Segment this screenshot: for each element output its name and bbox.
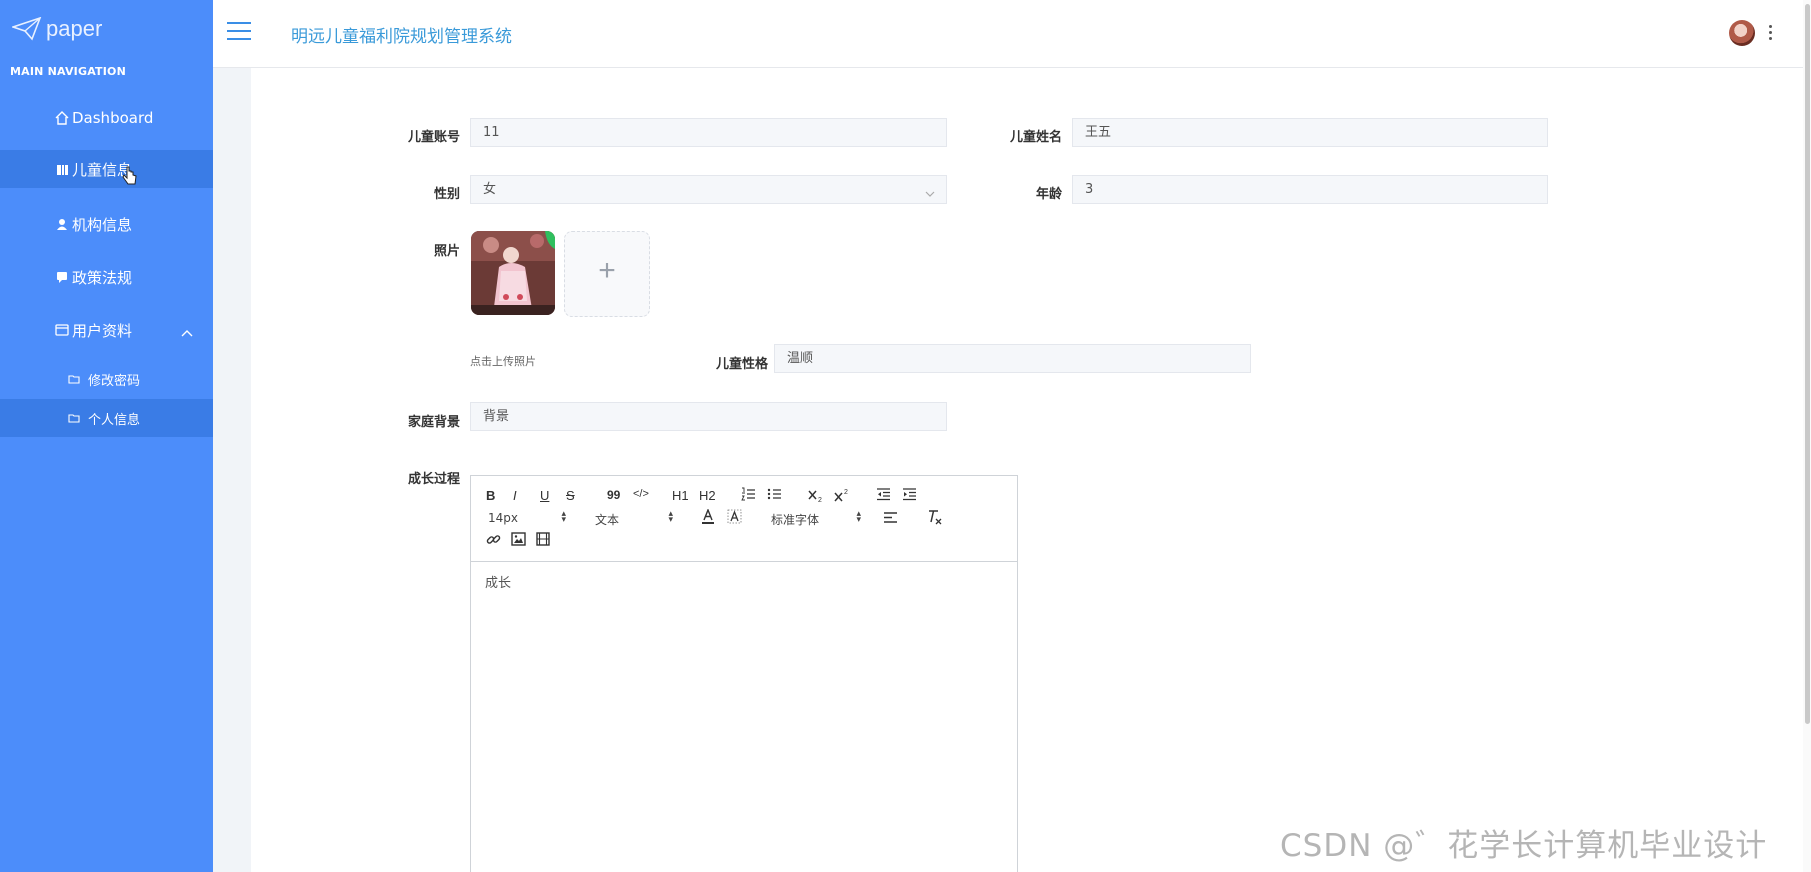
logo-text: paper — [46, 16, 103, 41]
growth-rich-text-editor: B I U S 99 </> H1 H2 2 2 14px ▴ ▾ 文本 ▴ ▾… — [470, 475, 1018, 872]
image-icon[interactable] — [511, 532, 526, 549]
gender-label: 性别 — [433, 187, 460, 202]
sidebar-item-label: 修改密码 — [88, 373, 141, 389]
app-title: 明远儿童福利院规划管理系统 — [291, 27, 512, 47]
superscript-icon[interactable]: 2 — [834, 488, 850, 505]
scrollbar-thumb[interactable] — [1805, 4, 1810, 724]
sidebar-item-label: Dashboard — [72, 109, 154, 127]
paper-plane-icon — [12, 17, 42, 41]
blockquote-button[interactable]: 99 — [607, 488, 620, 502]
italic-button[interactable]: I — [513, 488, 517, 503]
nav-heading: MAIN NAVIGATION — [10, 65, 127, 78]
account-input[interactable]: 11 — [470, 118, 947, 147]
upload-photo-button[interactable]: + — [564, 231, 650, 317]
video-icon[interactable] — [536, 532, 550, 549]
logo[interactable]: paper — [12, 14, 102, 44]
upload-hint: 点击上传照片 — [470, 355, 536, 368]
chevron-up-icon — [181, 323, 193, 341]
align-left-icon[interactable] — [883, 511, 898, 527]
name-label: 儿童姓名 — [1009, 130, 1062, 145]
gender-select[interactable]: 女 — [470, 175, 947, 204]
card-icon — [54, 324, 70, 336]
font-family-select[interactable]: 标准字体 ▴ ▾ — [771, 509, 861, 528]
sidebar-item-label: 政策法规 — [72, 268, 133, 287]
child-photo[interactable] — [471, 231, 555, 315]
outdent-icon[interactable] — [876, 487, 891, 504]
strikethrough-button[interactable]: S — [566, 488, 575, 503]
background-color-icon[interactable] — [727, 509, 742, 528]
content-gutter — [213, 68, 251, 872]
sidebar-item-child-info[interactable]: 儿童信息 — [0, 150, 243, 190]
sidebar-item-user-profile[interactable]: 用户资料 — [0, 311, 213, 349]
sidebar-item-institution[interactable]: 机构信息 — [0, 205, 213, 243]
sidebar: paper MAIN NAVIGATION Dashboard 儿童信息 机构信… — [0, 0, 243, 872]
home-icon — [54, 111, 70, 125]
photo-label: 照片 — [433, 244, 460, 259]
age-label: 年龄 — [1035, 187, 1062, 202]
chevron-down-icon — [924, 183, 936, 210]
age-input[interactable]: 3 — [1072, 175, 1548, 204]
hamburger-menu-icon[interactable] — [227, 22, 251, 42]
sidebar-subitem-personal-info[interactable]: 个人信息 — [0, 399, 243, 437]
text-type-value: 文本 — [595, 513, 620, 527]
text-type-select[interactable]: 文本 ▴ ▾ — [595, 509, 673, 528]
svg-text:2: 2 — [818, 497, 822, 502]
personality-label: 儿童性格 — [715, 357, 768, 372]
family-background-input[interactable]: 背景 — [470, 402, 947, 431]
editor-toolbar: B I U S 99 </> H1 H2 2 2 14px ▴ ▾ 文本 ▴ ▾… — [471, 476, 1017, 562]
growth-label: 成长过程 — [407, 472, 460, 487]
heading-2-button[interactable]: H2 — [699, 488, 716, 503]
bold-button[interactable]: B — [486, 488, 495, 503]
bullet-list-icon[interactable] — [767, 487, 782, 504]
select-arrows-icon: ▴ ▾ — [668, 509, 673, 525]
pointer-cursor-icon — [122, 166, 138, 190]
sidebar-subitem-change-password[interactable]: 修改密码 — [0, 360, 213, 398]
font-size-value: 14px — [488, 511, 518, 525]
indent-icon[interactable] — [902, 487, 917, 504]
more-vertical-icon[interactable] — [1769, 25, 1773, 43]
gender-select-value: 女 — [483, 182, 497, 197]
book-icon — [54, 163, 70, 176]
plus-icon: + — [598, 254, 616, 287]
subscript-icon[interactable]: 2 — [808, 488, 824, 505]
folder-icon — [66, 413, 82, 423]
font-size-select[interactable]: 14px ▴ ▾ — [488, 509, 566, 526]
sidebar-item-label: 机构信息 — [72, 215, 133, 234]
family-label: 家庭背景 — [407, 415, 460, 430]
folder-icon — [66, 374, 82, 384]
account-label: 儿童账号 — [407, 130, 460, 145]
sidebar-item-dashboard[interactable]: Dashboard — [0, 99, 213, 137]
personality-input[interactable]: 温顺 — [774, 344, 1251, 373]
svg-text:2: 2 — [844, 489, 848, 496]
clear-format-icon[interactable] — [926, 509, 943, 528]
underline-button[interactable]: U — [540, 488, 549, 503]
select-arrows-icon: ▴ ▾ — [561, 509, 566, 525]
sidebar-item-policy[interactable]: 政策法规 — [0, 258, 213, 296]
name-input[interactable]: 王五 — [1072, 118, 1548, 147]
sidebar-item-label: 个人信息 — [88, 412, 141, 428]
page-scrollbar[interactable] — [1803, 0, 1811, 872]
code-block-button[interactable]: </> — [633, 488, 649, 500]
sidebar-item-label: 用户资料 — [72, 321, 133, 340]
chat-icon — [54, 271, 70, 283]
avatar[interactable] — [1729, 20, 1755, 46]
ordered-list-icon[interactable] — [741, 487, 756, 504]
user-icon — [54, 218, 70, 230]
font-color-icon[interactable] — [701, 508, 715, 528]
watermark: CSDN @゛花学长计算机毕业设计 — [1280, 828, 1768, 864]
font-family-value: 标准字体 — [771, 513, 820, 527]
editor-content[interactable]: 成长 — [485, 572, 511, 591]
top-header: 明远儿童福利院规划管理系统 — [213, 0, 1811, 68]
select-arrows-icon: ▴ ▾ — [856, 509, 861, 525]
heading-1-button[interactable]: H1 — [672, 488, 689, 503]
link-icon[interactable] — [486, 532, 501, 550]
